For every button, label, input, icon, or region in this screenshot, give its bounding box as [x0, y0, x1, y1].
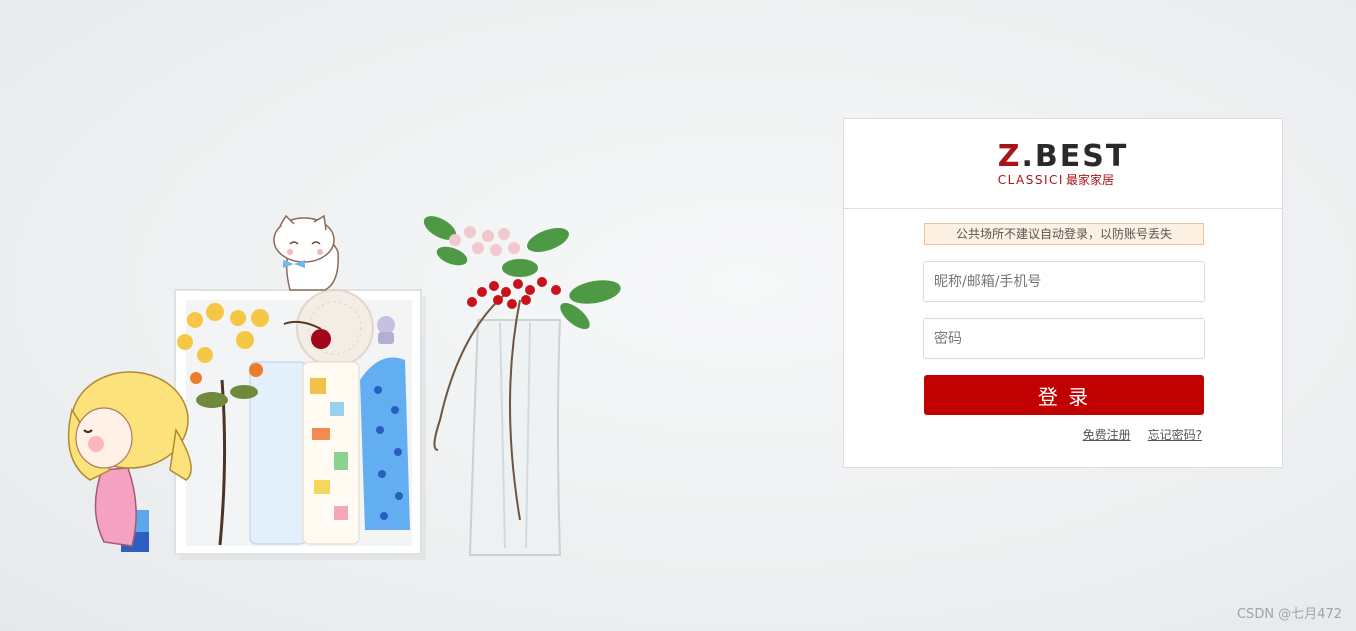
- brand-logo: Z.BEST CLASSICI 最家家居: [997, 138, 1129, 186]
- panel-header: Z.BEST CLASSICI 最家家居: [844, 119, 1282, 209]
- username-input[interactable]: [924, 262, 1204, 301]
- logo-wordmark: Z.BEST: [997, 138, 1129, 174]
- girl-illustration: [67, 371, 192, 552]
- gift-box-illustration: [174, 289, 426, 560]
- password-input[interactable]: [924, 319, 1204, 358]
- logo-wordmark-prefix: Z: [997, 138, 1022, 174]
- logo-tagline-en: CLASSICI: [997, 172, 1064, 187]
- auto-login-notice: 公共场所不建议自动登录，以防账号丢失: [924, 223, 1204, 245]
- logo-tagline-cn: 最家家居: [1065, 172, 1114, 187]
- forgot-password-link[interactable]: 忘记密码?: [1148, 428, 1202, 442]
- password-field[interactable]: [923, 318, 1205, 359]
- cat-illustration: [273, 214, 339, 291]
- flower-vase-illustration: [423, 216, 621, 556]
- logo-tagline: CLASSICI 最家家居: [998, 174, 1114, 186]
- register-link[interactable]: 免费注册: [1083, 428, 1131, 442]
- login-button[interactable]: 登 录: [924, 375, 1204, 415]
- background-illustration: [67, 214, 621, 560]
- csdn-watermark: CSDN @七月472: [1236, 607, 1342, 622]
- account-links: 免费注册 忘记密码?: [1066, 426, 1202, 443]
- username-field[interactable]: [923, 261, 1205, 302]
- login-panel: Z.BEST CLASSICI 最家家居 公共场所不建议自动登录，以防账号丢失 …: [843, 118, 1283, 468]
- logo-wordmark-rest: .BEST: [1021, 138, 1129, 174]
